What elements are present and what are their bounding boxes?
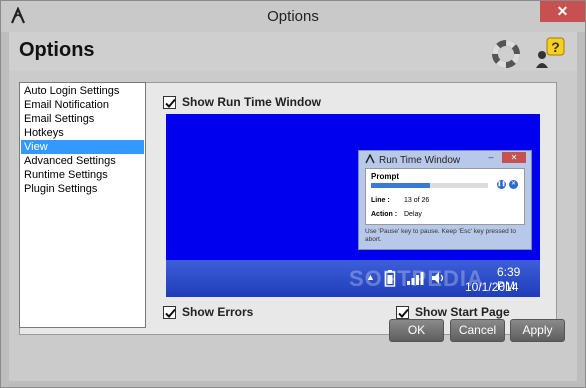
pause-icon: ❚❚ bbox=[497, 180, 506, 189]
run-time-line-label: Line : bbox=[371, 197, 390, 204]
settings-category-list[interactable]: Auto Login Settings Email Notification E… bbox=[19, 82, 146, 328]
window-title: Options bbox=[267, 8, 319, 25]
page-title: Options bbox=[19, 39, 95, 61]
run-time-line-value: 13 of 26 bbox=[404, 197, 430, 204]
tray-arrow-icon: ▲ bbox=[366, 272, 375, 282]
show-start-page-checkbox[interactable] bbox=[396, 305, 409, 319]
taskbar-clock-date: 10/1/2014 bbox=[465, 280, 519, 294]
cancel-button[interactable]: Cancel bbox=[450, 319, 505, 342]
battery-icon bbox=[384, 270, 396, 287]
nav-item-runtime-settings[interactable]: Runtime Settings bbox=[21, 168, 144, 182]
close-window-button[interactable]: ✕ bbox=[540, 1, 585, 22]
nav-item-email-notification[interactable]: Email Notification bbox=[21, 98, 144, 112]
show-errors-checkbox[interactable] bbox=[163, 305, 176, 319]
nav-item-email-settings[interactable]: Email Settings bbox=[21, 112, 144, 126]
volume-icon bbox=[432, 272, 444, 284]
svg-text:?: ? bbox=[551, 39, 560, 55]
options-window: Options ✕ Options ? Auto Login Settings … bbox=[0, 0, 586, 388]
show-errors-label: Show Errors bbox=[182, 305, 254, 319]
ok-button[interactable]: OK bbox=[389, 319, 444, 342]
run-time-minimize-icon: – bbox=[488, 152, 494, 162]
preview-taskbar: SOFTPEDIA ▲ bbox=[166, 260, 540, 297]
run-time-window-preview: Run Time Window – ✕ Prompt ❚❚ ✕ Line : 1… bbox=[166, 114, 540, 297]
run-time-action-value: Delay bbox=[404, 211, 422, 218]
show-errors-option[interactable]: Show Errors bbox=[163, 304, 253, 320]
run-time-progress-fill bbox=[371, 183, 430, 188]
run-time-window-title: Run Time Window bbox=[379, 155, 461, 166]
show-start-page-label: Show Start Page bbox=[415, 305, 510, 319]
show-start-page-option[interactable]: Show Start Page bbox=[396, 304, 510, 320]
run-time-hint-text: Use 'Pause' key to pause. Keep 'Esc' key… bbox=[365, 228, 516, 243]
show-run-time-window-option[interactable]: Show Run Time Window bbox=[163, 94, 321, 110]
run-time-action-label: Action : bbox=[371, 211, 398, 218]
preview-run-time-window: Run Time Window – ✕ Prompt ❚❚ ✕ Line : 1… bbox=[358, 150, 532, 250]
run-time-close-icon: ✕ bbox=[502, 152, 526, 163]
run-time-prompt-label: Prompt bbox=[371, 172, 399, 181]
header-bar: Options ? bbox=[9, 32, 577, 71]
run-time-app-icon bbox=[365, 154, 375, 164]
run-time-status-box: Prompt ❚❚ ✕ Line : 13 of 26 Action : Del… bbox=[365, 168, 525, 225]
nav-item-plugin-settings[interactable]: Plugin Settings bbox=[21, 182, 144, 196]
help-user-icon[interactable]: ? bbox=[534, 37, 566, 69]
apply-button[interactable]: Apply bbox=[510, 319, 565, 342]
nav-item-view[interactable]: View bbox=[21, 140, 144, 154]
title-bar[interactable]: Options ✕ bbox=[1, 1, 585, 32]
stop-icon: ✕ bbox=[509, 180, 518, 189]
show-run-time-window-checkbox[interactable] bbox=[163, 95, 176, 109]
nav-item-hotkeys[interactable]: Hotkeys bbox=[21, 126, 144, 140]
nav-item-auto-login-settings[interactable]: Auto Login Settings bbox=[21, 84, 144, 98]
show-run-time-window-label: Show Run Time Window bbox=[182, 95, 321, 109]
run-time-progress-bar bbox=[371, 183, 488, 188]
nav-item-advanced-settings[interactable]: Advanced Settings bbox=[21, 154, 144, 168]
lifebuoy-icon[interactable] bbox=[492, 40, 520, 68]
network-signal-icon bbox=[407, 272, 424, 285]
